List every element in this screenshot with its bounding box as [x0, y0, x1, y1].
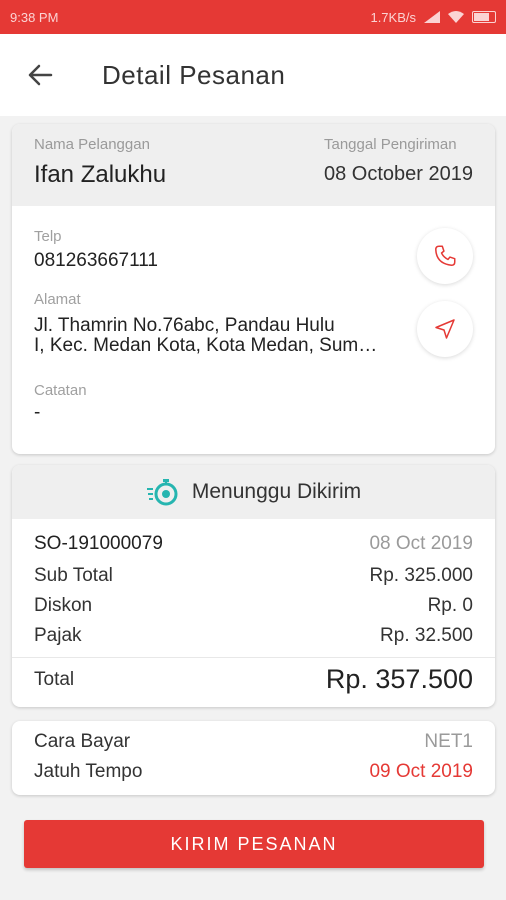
signal-icon	[424, 11, 440, 23]
subtotal-label: Sub Total	[34, 565, 113, 586]
customer-name-label: Nama Pelanggan	[34, 136, 150, 153]
due-date-label: Jatuh Tempo	[34, 761, 143, 782]
total-label: Total	[34, 668, 75, 690]
order-status: Menunggu Dikirim	[191, 480, 362, 503]
customer-card: Nama Pelanggan Ifan Zalukhu Tanggal Peng…	[12, 124, 495, 454]
so-row: SO-191000079 08 Oct 2019	[12, 533, 495, 555]
battery-icon	[472, 11, 496, 23]
customer-name-block: Nama Pelanggan Ifan Zalukhu	[34, 136, 166, 206]
customer-header: Nama Pelanggan Ifan Zalukhu Tanggal Peng…	[12, 124, 495, 206]
app-bar: Detail Pesanan	[0, 34, 506, 116]
tax-row: Pajak Rp. 32.500	[12, 625, 495, 647]
customer-details: Telp 081263667111 Alamat Jl. Thamrin No.…	[12, 206, 495, 423]
navigate-button[interactable]	[417, 301, 473, 357]
send-order-button[interactable]: KIRIM PESANAN	[24, 820, 484, 868]
order-status-header: Menunggu Dikirim	[12, 465, 495, 519]
wifi-icon	[448, 11, 464, 23]
discount-label: Diskon	[34, 595, 93, 616]
subtotal-value: Rp. 325.000	[369, 565, 473, 586]
page-title: Detail Pesanan	[102, 59, 286, 90]
discount-value: Rp. 0	[427, 595, 473, 616]
subtotal-row: Sub Total Rp. 325.000	[12, 565, 495, 587]
call-button[interactable]	[417, 228, 473, 284]
total-divider	[12, 657, 495, 658]
tax-value: Rp. 32.500	[380, 625, 473, 646]
discount-row: Diskon Rp. 0	[12, 595, 495, 617]
due-date-value: 09 Oct 2019	[369, 761, 473, 782]
payment-method-row: Cara Bayar NET1	[12, 731, 495, 753]
status-icons: 1.7KB/s	[370, 10, 496, 25]
back-button[interactable]	[0, 34, 80, 116]
address-line-2: I, Kec. Medan Kota, Kota Medan, Sum…	[34, 335, 378, 356]
so-number: SO-191000079	[34, 533, 163, 554]
delivery-date: 08 October 2019	[324, 163, 473, 185]
status-bar: 9:38 PM 1.7KB/s	[0, 0, 506, 34]
phone-number: 081263667111	[34, 250, 158, 271]
network-speed: 1.7KB/s	[370, 9, 416, 25]
address-line-1: Jl. Thamrin No.76abc, Pandau Hulu	[34, 315, 335, 336]
delivery-date-label: Tanggal Pengiriman	[324, 136, 457, 153]
status-time: 9:38 PM	[10, 9, 59, 25]
note-value: -	[34, 402, 41, 423]
delivery-date-block: Tanggal Pengiriman 08 October 2019	[324, 136, 473, 206]
total-value: Rp. 357.500	[325, 664, 473, 694]
total-row: Total Rp. 357.500	[12, 664, 495, 695]
navigation-icon	[435, 319, 455, 339]
customer-name: Ifan Zalukhu	[34, 161, 167, 188]
address-label: Alamat	[34, 291, 81, 308]
phone-icon	[435, 245, 456, 266]
due-date-row: Jatuh Tempo 09 Oct 2019	[12, 761, 495, 783]
stopwatch-icon	[146, 479, 178, 506]
back-arrow-icon	[28, 64, 53, 86]
tax-label: Pajak	[34, 625, 82, 646]
order-card: Menunggu Dikirim SO-191000079 08 Oct 201…	[12, 465, 495, 707]
so-date: 08 Oct 2019	[369, 533, 473, 554]
phone-label: Telp	[34, 228, 62, 245]
note-label: Catatan	[34, 382, 87, 399]
payment-card: Cara Bayar NET1 Jatuh Tempo 09 Oct 2019	[12, 721, 495, 795]
payment-method-label: Cara Bayar	[34, 731, 131, 752]
payment-method-value: NET1	[424, 731, 473, 752]
